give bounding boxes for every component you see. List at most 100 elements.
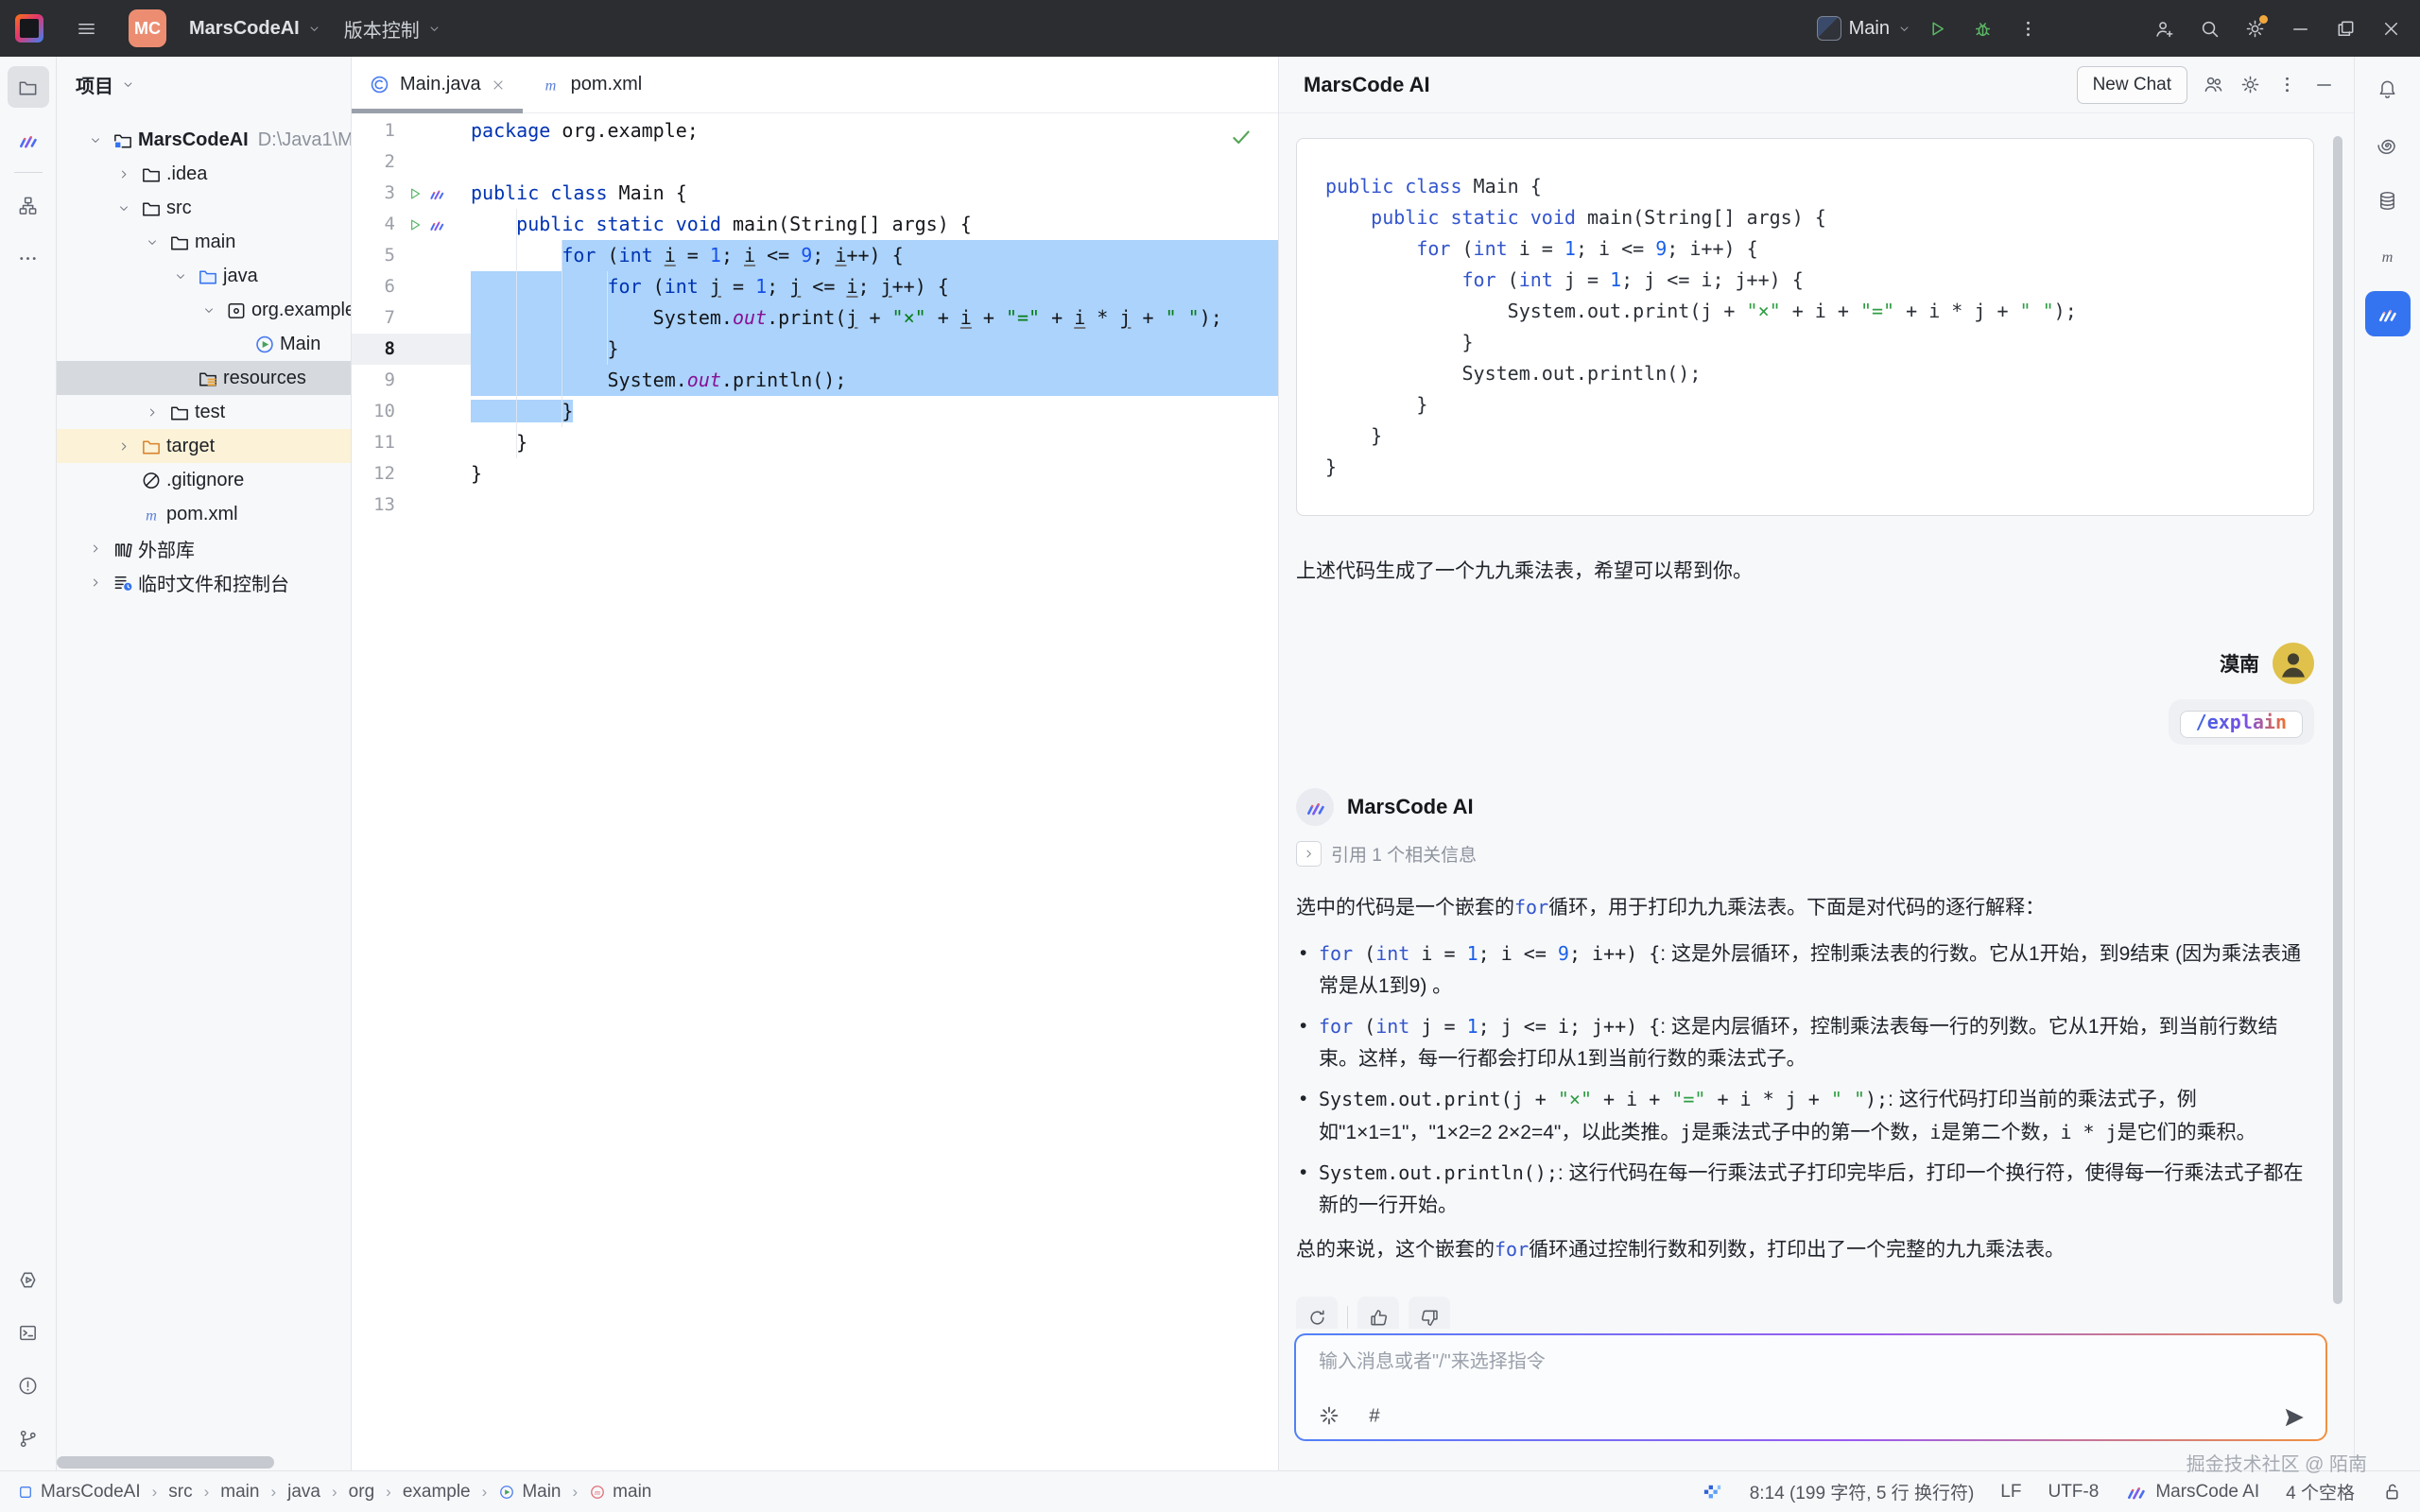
tree-item-java[interactable]: java — [57, 259, 351, 293]
tree-item-pom[interactable]: mpom.xml — [57, 497, 351, 531]
chat-code-block[interactable]: public class Main { public static void m… — [1296, 138, 2314, 516]
more-tools[interactable] — [8, 237, 49, 279]
hide-button[interactable] — [2313, 74, 2335, 95]
tab-Main.java[interactable]: Main.java — [352, 57, 523, 112]
terminal-tool[interactable] — [8, 1312, 49, 1353]
chevron-down-icon[interactable] — [83, 133, 108, 147]
tree-item-gitignore[interactable]: .gitignore — [57, 463, 351, 497]
tree-item-resources[interactable]: resources — [57, 361, 351, 395]
maven[interactable]: m — [2367, 235, 2409, 277]
share-button[interactable] — [2203, 74, 2224, 95]
gutter[interactable]: 1 — [352, 115, 471, 146]
code-line-4[interactable]: 4 public static void main(String[] args)… — [352, 209, 1278, 240]
vcs-widget[interactable]: 版本控制 — [344, 15, 441, 43]
regenerate-button[interactable] — [1296, 1297, 1338, 1329]
tree-item-org-example[interactable]: org.example — [57, 293, 351, 327]
tree-item-external-libs[interactable]: 外部库 — [57, 531, 351, 565]
gutter[interactable]: 7 — [352, 302, 471, 334]
tab-pom.xml[interactable]: mpom.xml — [523, 57, 660, 112]
new-chat-button[interactable]: New Chat — [2077, 66, 2187, 104]
marscode-status[interactable]: MarsCode AI — [2125, 1481, 2259, 1503]
tree-item-main-dir[interactable]: main — [57, 225, 351, 259]
commands-button[interactable] — [1317, 1403, 1341, 1428]
chevron-down-icon[interactable] — [197, 303, 221, 318]
gutter[interactable]: 9 — [352, 365, 471, 396]
breadcrumb-item[interactable]: Main — [498, 1482, 561, 1503]
marscode-gutter-icon[interactable] — [428, 185, 445, 202]
tree-item-target[interactable]: target — [57, 429, 351, 463]
code-line-10[interactable]: 10 } — [352, 396, 1278, 427]
code-with-me-button[interactable] — [2144, 9, 2184, 48]
code-line-9[interactable]: 9 System.out.println(); — [352, 365, 1278, 396]
code-line-2[interactable]: 2 — [352, 146, 1278, 178]
breadcrumb-item[interactable]: mmain — [589, 1482, 651, 1503]
chat-scrollbar[interactable] — [2333, 136, 2342, 1304]
explain-command-chip[interactable]: /explain — [2180, 711, 2303, 738]
thumb-down-button[interactable] — [1409, 1297, 1450, 1329]
breadcrumb-item[interactable]: main — [220, 1482, 259, 1503]
chevron-down-icon[interactable] — [140, 235, 164, 249]
breadcrumb-item[interactable]: org — [349, 1482, 374, 1503]
settings-button[interactable] — [2239, 74, 2261, 95]
gutter[interactable]: 13 — [352, 490, 471, 521]
inspection-ok-icon[interactable] — [1229, 125, 1253, 149]
tree-item-scratches[interactable]: 临时文件和控制台 — [57, 565, 351, 599]
run-tool[interactable] — [8, 1259, 49, 1300]
code-line-7[interactable]: 7 System.out.print(j + "×" + i + "=" + i… — [352, 302, 1278, 334]
main-menu-button[interactable] — [66, 9, 106, 48]
close-button[interactable] — [2371, 9, 2411, 48]
gutter[interactable]: 2 — [352, 146, 471, 178]
project-selector[interactable]: MarsCodeAI — [189, 18, 321, 40]
problems-tool[interactable] — [8, 1365, 49, 1406]
run-gutter-icon[interactable] — [406, 216, 424, 233]
chevron-right-icon[interactable] — [83, 576, 108, 590]
project-tool[interactable] — [8, 66, 49, 108]
code-line-3[interactable]: 3public class Main { — [352, 178, 1278, 209]
version-control-tool[interactable] — [8, 1418, 49, 1459]
chevron-right-icon[interactable] — [140, 405, 164, 420]
close-tab-icon[interactable] — [491, 77, 506, 93]
chat-input[interactable] — [1317, 1350, 2269, 1374]
chevron-right-icon[interactable] — [1296, 841, 1322, 867]
tree-item-marscodeai[interactable]: MarsCodeAID:\Java1\Ma — [57, 123, 351, 157]
project-panel-header[interactable]: 项目 — [57, 57, 351, 112]
gutter[interactable]: 5 — [352, 240, 471, 271]
notifications[interactable] — [2367, 68, 2409, 110]
chevron-right-icon[interactable] — [112, 439, 136, 454]
breadcrumb-item[interactable]: java — [287, 1482, 320, 1503]
code-line-8[interactable]: 8 } — [352, 334, 1278, 365]
run-button[interactable] — [1917, 9, 1957, 48]
structure-tool[interactable] — [8, 184, 49, 226]
marscode-gutter-icon[interactable] — [428, 216, 445, 233]
breadcrumb-item[interactable]: MarsCodeAI — [17, 1482, 141, 1503]
ai-assistant[interactable] — [2367, 124, 2409, 165]
run-config-selector[interactable]: Main — [1817, 16, 1911, 41]
horizontal-scrollbar[interactable] — [57, 1456, 274, 1469]
caret-position[interactable]: 8:14 (199 字符, 5 行 换行符) — [1750, 1479, 1975, 1504]
thumb-up-button[interactable] — [1357, 1297, 1399, 1329]
gutter[interactable]: 6 — [352, 271, 471, 302]
send-button[interactable] — [2282, 1405, 2307, 1430]
breadcrumb-item[interactable]: example — [403, 1482, 471, 1503]
code-line-12[interactable]: 12} — [352, 458, 1278, 490]
gutter[interactable]: 11 — [352, 427, 471, 458]
context-button[interactable]: # — [1362, 1403, 1387, 1428]
line-separator[interactable]: LF — [2000, 1482, 2021, 1503]
search-everywhere-button[interactable] — [2189, 9, 2229, 48]
indent-style[interactable]: 4 个空格 — [2286, 1479, 2355, 1504]
breadcrumb-item[interactable]: src — [168, 1482, 192, 1503]
reference-row[interactable]: 引用 1 个相关信息 — [1296, 841, 2314, 867]
gutter[interactable]: 3 — [352, 178, 471, 209]
minimize-button[interactable] — [2280, 9, 2320, 48]
marscode-ai[interactable] — [2365, 291, 2411, 336]
more-actions-button[interactable] — [2008, 9, 2048, 48]
code-line-11[interactable]: 11 } — [352, 427, 1278, 458]
restore-button[interactable] — [2325, 9, 2365, 48]
settings-button[interactable] — [2235, 9, 2274, 48]
chevron-right-icon[interactable] — [83, 541, 108, 556]
encoding[interactable]: UTF-8 — [2048, 1482, 2099, 1503]
ide-status-icon[interactable] — [1702, 1481, 1723, 1503]
code-line-6[interactable]: 6 for (int j = 1; j <= i; j++) { — [352, 271, 1278, 302]
tree-item-src[interactable]: src — [57, 191, 351, 225]
chevron-right-icon[interactable] — [112, 167, 136, 181]
